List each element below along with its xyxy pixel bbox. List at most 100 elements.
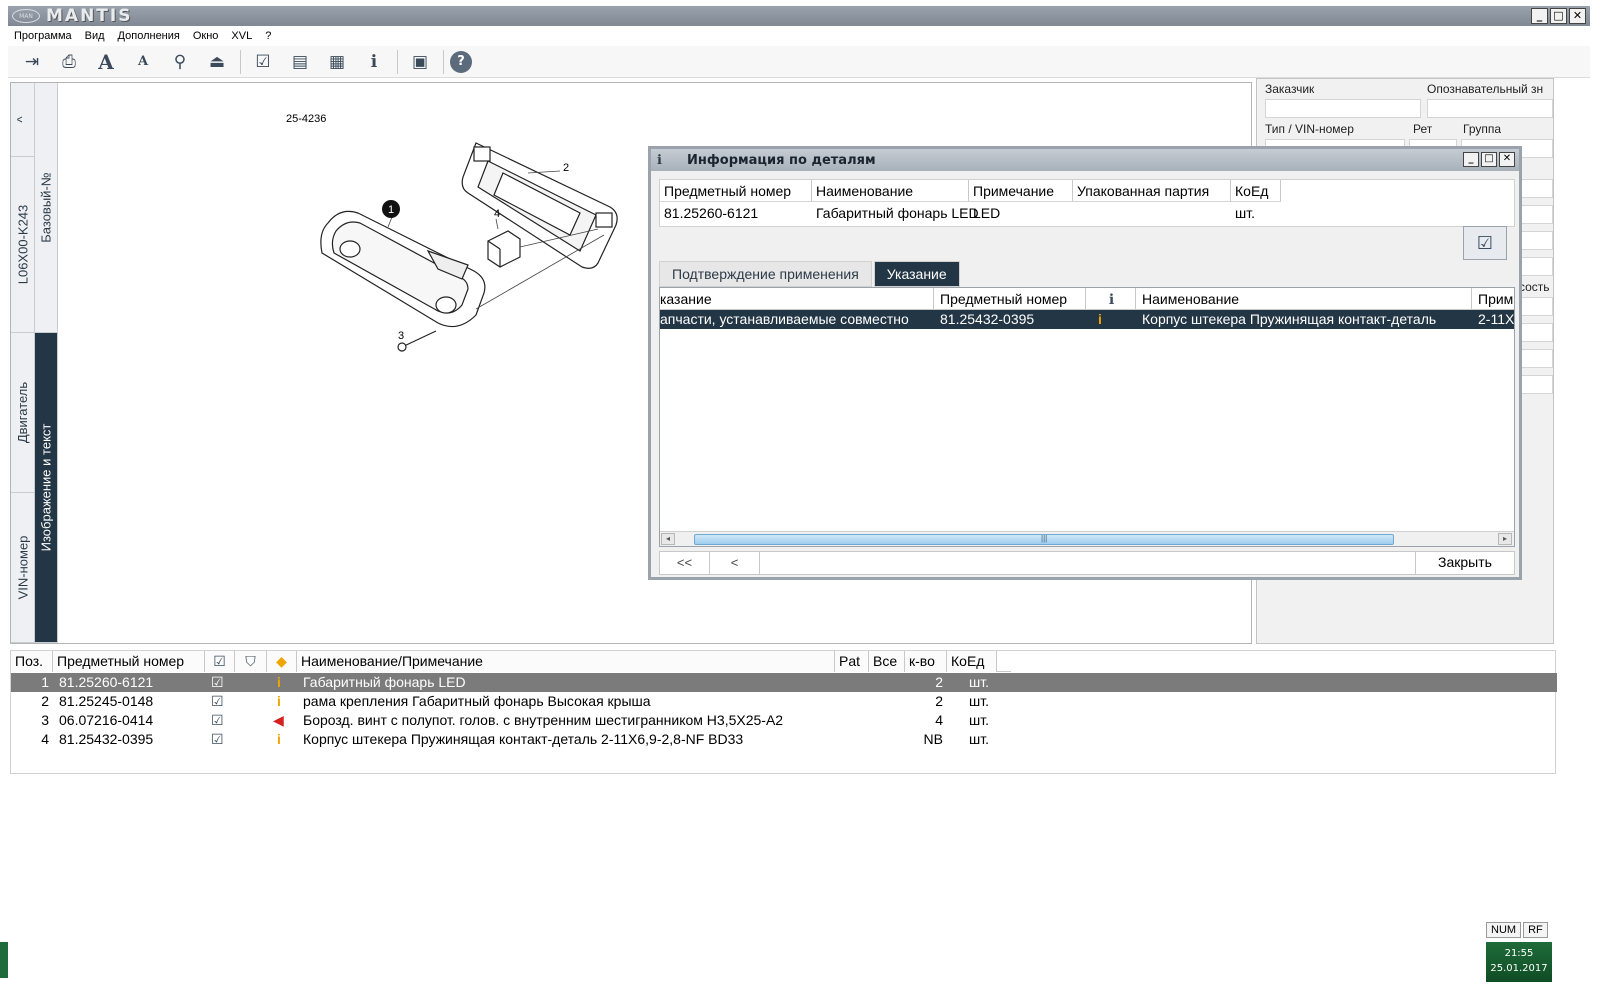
col-name[interactable]: Наименование <box>812 180 969 202</box>
toolbar-separator <box>240 49 241 74</box>
check-column-icon[interactable]: ☑ <box>205 651 235 672</box>
menu-view[interactable]: Вид <box>85 30 105 42</box>
tab-collapse-up[interactable]: ^ <box>11 83 35 157</box>
col-all[interactable]: Все <box>869 651 905 672</box>
row-pos: 2 <box>41 693 49 709</box>
row-unit: шт. <box>969 712 989 728</box>
info-arrows-column-icon[interactable]: ◆ <box>267 651 297 672</box>
col-part-number[interactable]: Предметный номер <box>934 288 1086 310</box>
dialog-title: Информация по деталям <box>687 153 876 168</box>
dialog-title-bar[interactable]: ℹ Информация по деталям _ □ ✕ <box>651 149 1519 171</box>
dialog-minimize-button[interactable]: _ <box>1463 152 1479 167</box>
col-part-number[interactable]: Предметный номер <box>53 651 205 672</box>
scroll-left-button[interactable]: ◂ <box>661 533 675 545</box>
tab-model[interactable]: L06X00-K243 <box>11 157 35 333</box>
printer-icon[interactable]: ⎙ <box>53 48 85 76</box>
zoom-icon[interactable]: ⚲ <box>164 48 196 76</box>
col-pos[interactable]: Поз. <box>11 651 53 672</box>
close-button[interactable]: ✕ <box>1569 8 1586 24</box>
row-part-number: 81.25432-0395 <box>59 731 154 747</box>
info-field[interactable] <box>1519 297 1553 316</box>
part-info-icon[interactable]: ℹ <box>358 48 390 76</box>
table-row[interactable]: 3 06.07216-0414 ☑ ◀ Борозд. винт с полуп… <box>11 711 1557 730</box>
horizontal-scrollbar[interactable]: ◂ ||| ▸ <box>660 531 1514 546</box>
scroll-thumb[interactable]: ||| <box>694 534 1394 545</box>
table-row[interactable]: апчасти, устанавливаемые совместно 81.25… <box>660 310 1514 329</box>
dialog-window-controls: _ □ ✕ <box>1463 152 1515 167</box>
table-row[interactable]: 2 81.25245-0148 ☑ i рама крепления Габар… <box>11 692 1557 711</box>
checklist-icon[interactable]: ☑ <box>1463 226 1507 260</box>
drawing-part-lamp <box>320 210 486 328</box>
col-package[interactable]: Упакованная партия <box>1073 180 1231 202</box>
row-pos: 3 <box>41 712 49 728</box>
fullscreen-icon[interactable]: ▣ <box>404 48 436 76</box>
help-icon[interactable]: ? <box>450 50 472 73</box>
value-name: Габаритный фонарь LED <box>816 205 979 221</box>
table-row[interactable]: 4 81.25432-0395 ☑ i Корпус штекера Пружи… <box>11 730 1557 749</box>
info-field[interactable] <box>1519 205 1553 224</box>
menu-program[interactable]: Программа <box>14 30 72 42</box>
close-dialog-button[interactable]: Закрыть <box>1416 552 1514 574</box>
menu-xvl[interactable]: XVL <box>231 30 252 42</box>
font-small-icon[interactable]: A <box>127 48 159 76</box>
first-button[interactable]: << <box>660 552 710 574</box>
col-pat[interactable]: Pat <box>835 651 869 672</box>
col-part-number[interactable]: Предметный номер <box>660 180 812 202</box>
catalog-icon[interactable]: ▦ <box>321 48 353 76</box>
scroll-right-button[interactable]: ▸ <box>1498 533 1512 545</box>
parts-table-header: Поз. Предметный номер ☑ ⛉ ◆ Наименование… <box>11 651 1011 672</box>
info-field[interactable] <box>1519 323 1553 342</box>
col-name[interactable]: Наименование <box>1136 288 1472 310</box>
tab-image-and-text[interactable]: Изображение и текст <box>35 333 58 643</box>
tab-engine-label: Двигатель <box>15 381 30 444</box>
row-name: Корпус штекера Пружинящая контакт-деталь <box>1142 311 1437 327</box>
col-name[interactable]: Наименование/Примечание <box>297 651 835 672</box>
table-row[interactable]: 1 81.25260-6121 ☑ i Габаритный фонарь LE… <box>11 673 1557 692</box>
col-note[interactable]: Прим <box>1472 288 1514 310</box>
tab-usage-confirmation[interactable]: Подтверждение применения <box>659 261 872 287</box>
tab-hint[interactable]: Указание <box>873 261 960 287</box>
row-checkbox[interactable]: ☑ <box>211 693 224 710</box>
identifier-label: Опознавательный зн <box>1427 82 1544 96</box>
menu-help[interactable]: ? <box>265 30 271 42</box>
col-note[interactable]: Примечание <box>969 180 1073 202</box>
row-checkbox[interactable]: ☑ <box>211 731 224 748</box>
tab-base-number[interactable]: Базовый-№ <box>35 83 58 333</box>
tab-engine[interactable]: Двигатель <box>11 333 35 493</box>
partial-label: сость <box>1519 280 1550 294</box>
exit-icon[interactable]: ⇥ <box>16 48 48 76</box>
arrow-left-marker-icon: ◀ <box>273 712 284 728</box>
col-unit[interactable]: КоЕд <box>1231 180 1281 202</box>
part-info-icon[interactable]: ℹ <box>1086 288 1136 310</box>
checklist-icon[interactable]: ☑ <box>247 48 279 76</box>
col-qty[interactable]: к-во <box>905 651 947 672</box>
document-icon[interactable]: ▤ <box>284 48 316 76</box>
dialog-close-button[interactable]: ✕ <box>1499 152 1515 167</box>
col-unit[interactable]: КоЕд <box>947 651 997 672</box>
font-large-icon[interactable]: A <box>90 48 122 76</box>
identifier-field[interactable] <box>1427 99 1553 118</box>
callout-3: 3 <box>398 330 404 342</box>
tab-vin[interactable]: VIN-номер <box>11 493 35 643</box>
info-field[interactable] <box>1519 375 1553 394</box>
col-hint[interactable]: казание <box>660 288 934 310</box>
prev-button[interactable]: < <box>710 552 760 574</box>
customer-field[interactable] <box>1265 99 1421 118</box>
stamp-icon[interactable]: ⏏ <box>201 48 233 76</box>
minimize-button[interactable]: _ <box>1531 8 1548 24</box>
info-field[interactable] <box>1519 349 1553 368</box>
info-marker-icon: i <box>277 693 281 709</box>
row-checkbox[interactable]: ☑ <box>211 674 224 691</box>
filter-column-icon[interactable]: ⛉ <box>235 651 267 672</box>
row-qty: NB <box>923 731 943 747</box>
info-field[interactable] <box>1519 257 1553 276</box>
drawing-part-frame <box>461 142 618 269</box>
info-field[interactable] <box>1519 231 1553 250</box>
row-checkbox[interactable]: ☑ <box>211 712 224 729</box>
menu-window[interactable]: Окно <box>193 30 219 42</box>
menu-extras[interactable]: Дополнения <box>118 30 180 42</box>
dialog-maximize-button[interactable]: □ <box>1481 152 1497 167</box>
info-field[interactable] <box>1519 179 1553 198</box>
maximize-button[interactable]: □ <box>1550 8 1567 24</box>
taskbar-clock[interactable]: 21:55 25.01.2017 <box>1486 942 1552 982</box>
